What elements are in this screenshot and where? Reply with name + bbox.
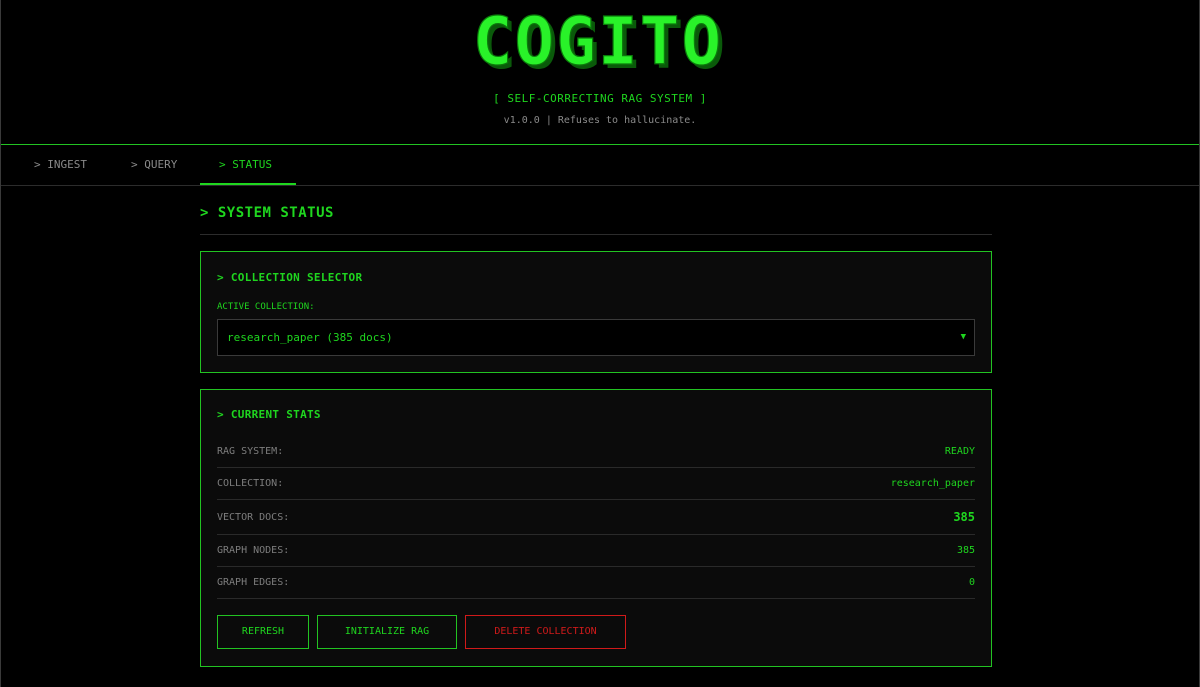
- stat-label: RAG SYSTEM:: [217, 446, 284, 457]
- stat-row-rag-system: RAG SYSTEM: READY: [217, 436, 975, 468]
- stat-value: 385: [953, 510, 975, 524]
- stat-label: GRAPH NODES:: [217, 545, 290, 556]
- main-content: > SYSTEM STATUS > COLLECTION SELECTOR AC…: [200, 186, 992, 667]
- stat-value: READY: [944, 446, 975, 457]
- stat-row-graph-nodes: GRAPH NODES: 385: [217, 535, 975, 567]
- page-title: > SYSTEM STATUS: [200, 186, 992, 235]
- tab-status[interactable]: > STATUS: [200, 145, 296, 185]
- current-stats-panel: > CURRENT STATS RAG SYSTEM: READY COLLEC…: [200, 389, 992, 667]
- collection-select-value: research_paper (385 docs): [227, 331, 393, 344]
- stat-value: 0: [968, 577, 975, 588]
- stat-row-collection: COLLECTION: research_paper: [217, 468, 975, 500]
- tab-ingest[interactable]: > INGEST: [34, 145, 87, 185]
- stat-label: COLLECTION:: [217, 478, 284, 489]
- panel-title: > CURRENT STATS: [217, 408, 321, 421]
- stat-label: GRAPH EDGES:: [217, 577, 290, 588]
- app-window: COGITO COGITO [ SELF-CORRECTING RAG SYST…: [0, 0, 1200, 687]
- refresh-button[interactable]: REFRESH: [217, 615, 309, 649]
- tab-query[interactable]: > QUERY: [131, 145, 177, 185]
- stat-row-vector-docs: VECTOR DOCS: 385: [217, 500, 975, 535]
- initialize-rag-button[interactable]: INITIALIZE RAG: [317, 615, 457, 649]
- logo-text: COGITO: [473, 12, 723, 74]
- stat-value: research_paper: [890, 478, 975, 489]
- version-text: v1.0.0 | Refuses to hallucinate.: [503, 115, 697, 126]
- collection-selector-panel: > COLLECTION SELECTOR ACTIVE COLLECTION:…: [200, 251, 992, 373]
- panel-title: > COLLECTION SELECTOR: [217, 271, 363, 284]
- stat-row-graph-edges: GRAPH EDGES: 0: [217, 567, 975, 599]
- logo: COGITO COGITO: [1, 12, 1199, 74]
- logo-graphic: COGITO COGITO: [472, 12, 725, 74]
- collection-select[interactable]: research_paper (385 docs) ▼: [217, 319, 975, 356]
- delete-collection-button[interactable]: DELETE COLLECTION: [465, 615, 626, 649]
- stats-list: RAG SYSTEM: READY COLLECTION: research_p…: [217, 436, 975, 599]
- subtitle: [ SELF-CORRECTING RAG SYSTEM ]: [493, 92, 707, 105]
- active-collection-label: ACTIVE COLLECTION:: [217, 302, 315, 312]
- header: COGITO COGITO [ SELF-CORRECTING RAG SYST…: [1, 0, 1199, 145]
- stat-value: 385: [956, 545, 975, 556]
- action-buttons: REFRESH INITIALIZE RAG DELETE COLLECTION: [217, 615, 626, 649]
- stat-label: VECTOR DOCS:: [217, 511, 290, 523]
- chevron-down-icon: ▼: [960, 332, 966, 342]
- tab-bar: > INGEST > QUERY > STATUS: [1, 145, 1199, 186]
